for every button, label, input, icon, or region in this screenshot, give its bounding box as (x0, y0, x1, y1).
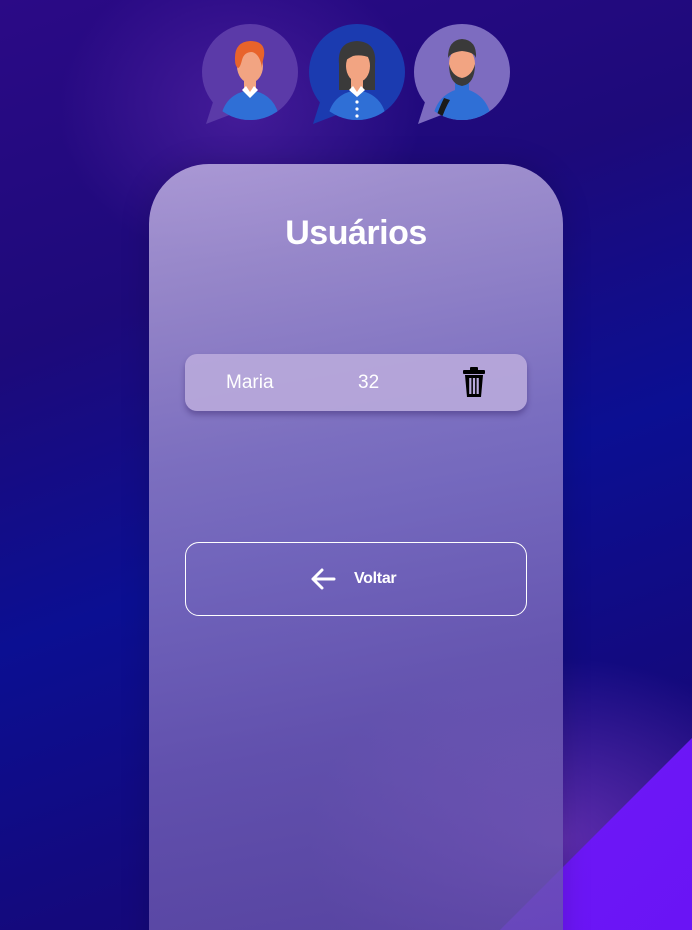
avatar-woman-icon (309, 24, 405, 124)
avatars-header (202, 24, 512, 124)
user-list-item: Maria 32 (185, 354, 527, 411)
avatar-redhead-man-icon (202, 24, 298, 124)
arrow-left-icon (310, 567, 336, 591)
page-title: Usuários (285, 214, 427, 252)
user-age: 32 (358, 372, 380, 393)
user-name: Maria (226, 372, 274, 393)
back-button-label: Voltar (354, 570, 397, 587)
back-button[interactable]: Voltar (185, 542, 527, 616)
users-card: Usuários Maria 32 Voltar (149, 164, 563, 930)
avatar-bearded-man-icon (414, 24, 510, 124)
trash-icon[interactable] (460, 366, 488, 398)
